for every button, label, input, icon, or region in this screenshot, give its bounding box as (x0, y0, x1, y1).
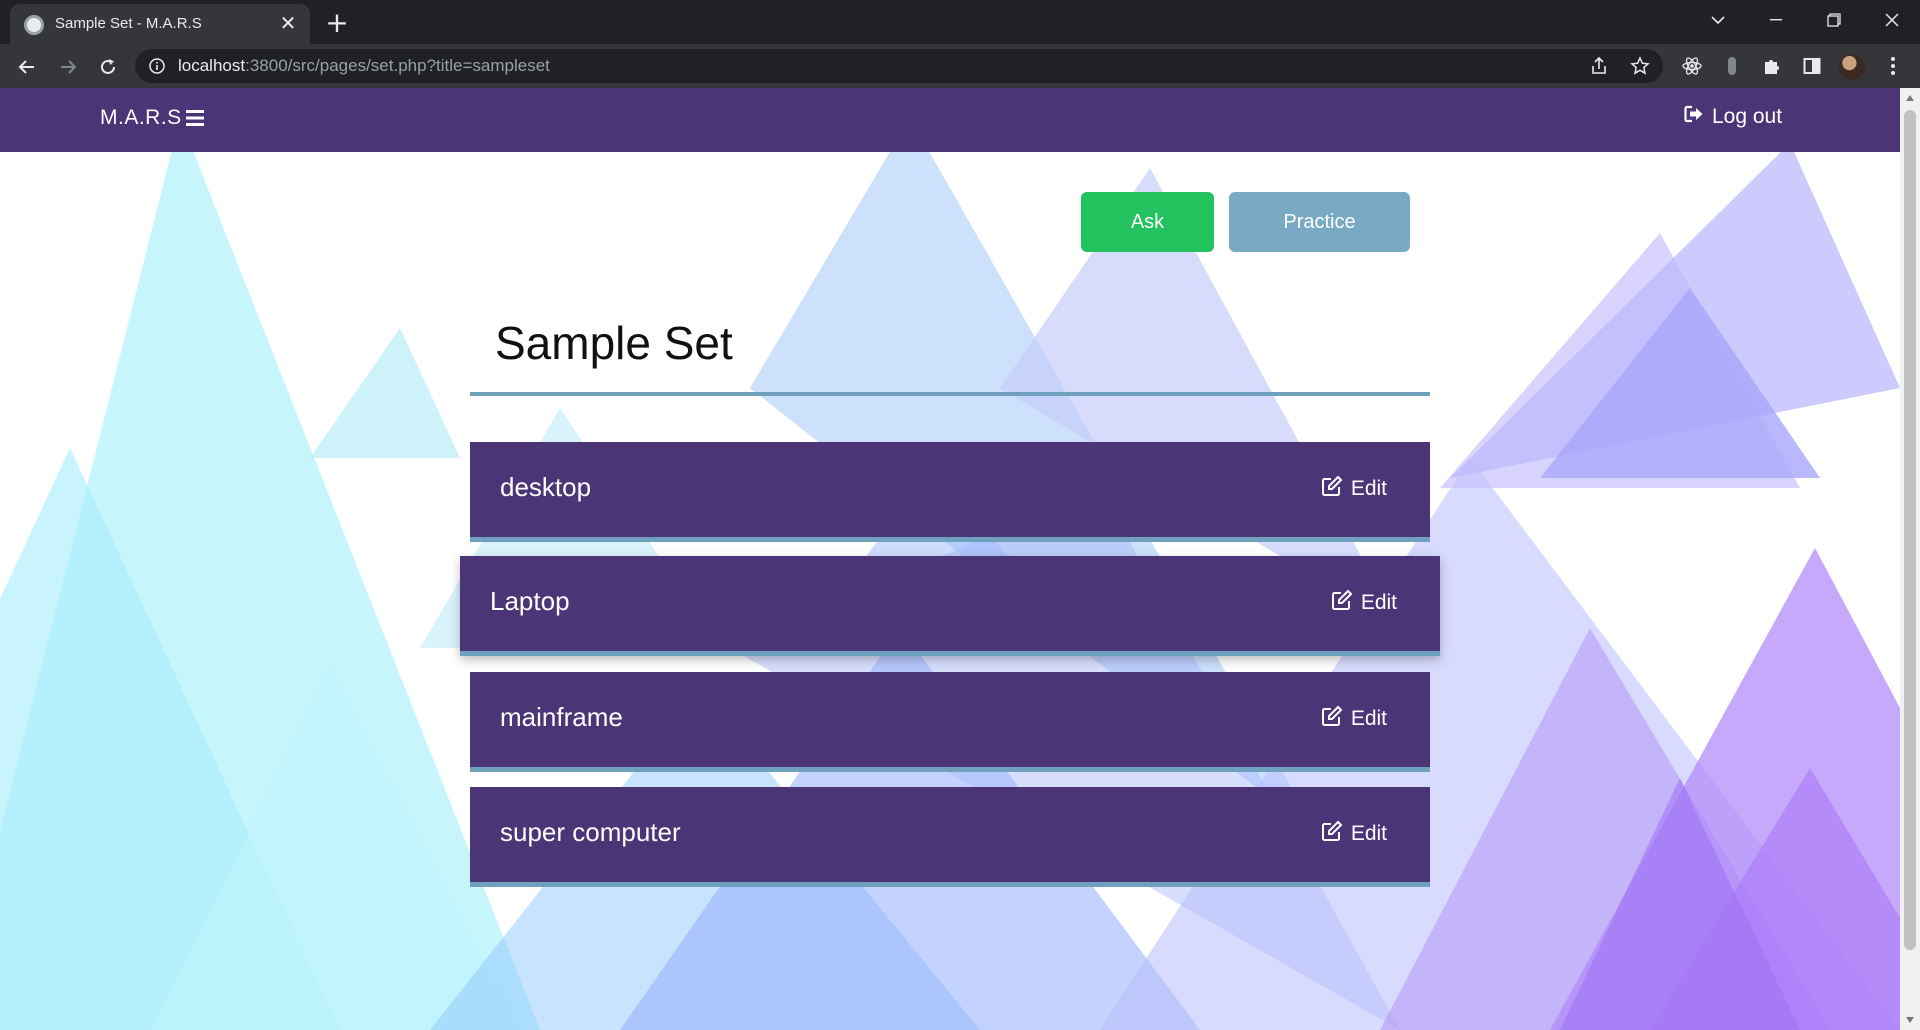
logout-button[interactable]: Log out (1684, 105, 1782, 129)
edit-label: Edit (1350, 477, 1387, 500)
card-term: desktop (500, 472, 592, 502)
edit-button[interactable]: Edit (1331, 589, 1397, 617)
browser-menu-icon[interactable] (1880, 53, 1906, 79)
tab-title: Sample Set - M.A.R.S (55, 15, 202, 32)
restore-icon[interactable] (1806, 0, 1862, 40)
menu-icon[interactable] (186, 110, 204, 126)
close-window-icon[interactable] (1864, 0, 1920, 40)
edit-button[interactable]: Edit (1321, 820, 1387, 848)
edit-icon (1331, 589, 1353, 617)
card-term: super computer (500, 817, 681, 847)
url-text: localhost:3800/src/pages/set.php?title=s… (178, 56, 550, 76)
forward-icon[interactable] (54, 53, 82, 81)
minimize-icon[interactable] (1748, 0, 1804, 40)
react-devtools-icon[interactable] (1679, 53, 1705, 79)
logout-label: Log out (1712, 105, 1783, 128)
term-card-super-computer: super computer Edit (470, 787, 1430, 887)
ask-button[interactable]: Ask (1081, 192, 1214, 252)
favicon-icon (24, 15, 44, 35)
extensions-puzzle-icon[interactable] (1759, 53, 1785, 79)
practice-button[interactable]: Practice (1229, 192, 1410, 252)
browser-tab-bar: Sample Set - M.A.R.S ✕ + (0, 0, 1920, 44)
term-card-desktop: desktop Edit (470, 442, 1430, 542)
browser-toolbar: localhost:3800/src/pages/set.php?title=s… (0, 44, 1920, 88)
scroll-up-icon[interactable] (1900, 90, 1920, 106)
edit-icon (1321, 475, 1343, 503)
bookmark-star-icon[interactable] (1629, 55, 1651, 77)
back-icon[interactable] (13, 53, 41, 81)
term-card-mainframe: mainframe Edit (470, 672, 1430, 772)
new-tab-icon[interactable]: + (322, 8, 352, 38)
top-navbar: M.A.R.S Log out (0, 88, 1900, 152)
edit-button[interactable]: Edit (1321, 705, 1387, 733)
page-title: Sample Set (495, 317, 733, 369)
card-term: mainframe (500, 702, 623, 732)
edit-label: Edit (1350, 707, 1387, 730)
extension-icon[interactable] (1719, 53, 1745, 79)
edit-icon (1321, 820, 1343, 848)
page-viewport: M.A.R.S Log out Ask Practice Sample Set … (0, 88, 1900, 1030)
card-term: Laptop (490, 586, 570, 616)
term-card-laptop: Laptop Edit (460, 556, 1440, 656)
logout-icon (1684, 105, 1704, 129)
address-bar[interactable]: localhost:3800/src/pages/set.php?title=s… (135, 49, 1663, 83)
edit-label: Edit (1350, 822, 1387, 845)
profile-avatar[interactable] (1839, 54, 1865, 80)
page-scrollbar[interactable] (1900, 88, 1920, 1030)
tab-close-icon[interactable]: ✕ (276, 11, 300, 35)
tab-search-icon[interactable] (1690, 0, 1746, 40)
edit-button[interactable]: Edit (1321, 475, 1387, 503)
scroll-down-icon[interactable] (1900, 1012, 1920, 1028)
side-panel-icon[interactable] (1799, 53, 1825, 79)
reload-icon[interactable] (94, 53, 122, 81)
scroll-thumb[interactable] (1904, 110, 1916, 950)
share-icon[interactable] (1588, 55, 1610, 77)
title-divider (470, 392, 1430, 396)
site-info-icon[interactable] (148, 57, 166, 75)
edit-icon (1321, 705, 1343, 733)
edit-label: Edit (1360, 591, 1397, 614)
browser-tab[interactable]: Sample Set - M.A.R.S ✕ (10, 4, 310, 44)
brand-logo[interactable]: M.A.R.S (100, 106, 182, 130)
url-path: :3800/src/pages/set.php?title=sampleset (245, 56, 550, 75)
url-host: localhost (178, 56, 246, 75)
